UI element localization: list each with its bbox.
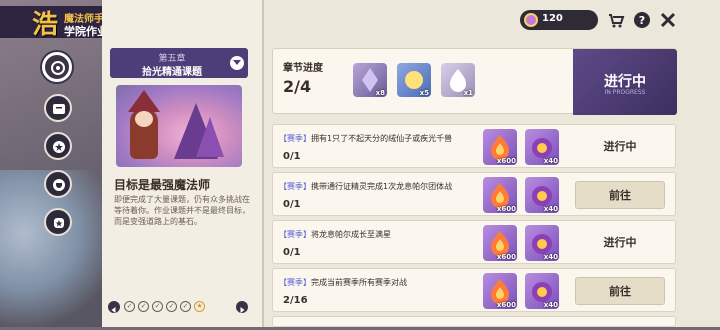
quest-progress: 0/1 [283,151,301,162]
reward-white-flame-icon[interactable]: x1 [441,63,475,97]
overview-icon [51,61,65,75]
quest-progress: 0/1 [283,199,301,210]
pager-next-button[interactable] [236,301,248,313]
quest-progress: 2/16 [283,295,308,306]
nav-scroll-button[interactable] [44,208,72,236]
quest-row: 【赛季】完成当前赛季所有赛季对战 2/16 x600 x40 前往 [272,268,676,312]
pager-dot[interactable]: ✓ [138,301,149,312]
logo-glyph: 浩 [32,10,59,40]
reward-count: x40 [543,157,558,165]
pager-dot[interactable]: ✓ [180,301,191,312]
quest-row: 【赛季】携带通行证精灵完成1次龙息帕尔团体战 0/1 x600 x40 前往 [272,172,676,216]
purple-gem-icon [524,13,538,27]
reward-coin-bag-icon[interactable]: x40 [525,129,559,165]
trophy-icon [53,179,65,191]
quest-progress: 0/1 [283,247,301,258]
reward-count: x600 [496,205,516,213]
chapter-illustration [116,85,242,167]
quest-tag: 【赛季】 [279,230,311,239]
pager-dot[interactable]: ✓ [152,301,163,312]
pager-dot[interactable]: ✓ [124,301,135,312]
currency-display[interactable]: 120 [520,10,598,30]
quest-tag: 【赛季】 [279,182,311,191]
quest-tag: 【赛季】 [279,278,311,287]
reward-count: x1 [463,89,473,97]
chapter-progress-label: 章节进度 [283,63,323,74]
chapter-status-sub: IN PROGRESS [604,89,646,96]
reward-count: x5 [419,89,429,97]
quest-tag: 【赛季】 [279,134,311,143]
nav-badge-button[interactable] [44,132,72,160]
quest-status-button[interactable]: 进行中 [575,133,665,161]
nav-trophy-button[interactable] [44,170,72,198]
chapter-status: 进行中 [604,74,646,90]
quest-status-button[interactable]: 进行中 [575,229,665,257]
goal-description: 即便完成了大量课题，仍有众多挑战在等待着你。作业课题并不是最终目标，而是变强道路… [114,195,250,226]
quest-row: 【赛季】将龙息帕尔成长至满星 0/1 x600 x40 进行中 [272,220,676,264]
reward-fire-icon[interactable]: x600 [483,177,517,213]
close-icon[interactable] [658,10,678,30]
chevron-down-icon[interactable] [230,56,244,70]
quest-row-partial [272,316,676,327]
quest-row: 【赛季】拥有1只了不起天分的绒仙子或疾光千兽 0/1 x600 x40 进行中 [272,124,676,168]
quest-text: 【赛季】将龙息帕尔成长至满星 [279,229,391,240]
star-badge-icon [53,141,65,153]
currency-value: 120 [542,13,563,24]
reward-fire-icon[interactable]: x600 [483,225,517,261]
nav-book-button[interactable] [44,94,72,122]
chapter-status-badge: 进行中 IN PROGRESS [573,49,677,115]
quest-description: 拥有1只了不起天分的绒仙子或疾光千兽 [311,134,453,143]
reward-count: x600 [496,253,516,261]
reward-count: x40 [543,253,558,261]
quest-text: 【赛季】携带通行证精灵完成1次龙息帕尔团体战 [279,181,452,192]
pager-dot-current[interactable]: ★ [194,301,205,312]
crystal-shape-small [196,117,224,157]
reward-fire-icon[interactable]: x600 [483,273,517,309]
scroll-icon [54,218,64,228]
quest-description: 将龙息帕尔成长至满星 [311,230,391,239]
shopping-cart-icon[interactable] [606,10,626,30]
quest-text: 【赛季】完成当前赛季所有赛季对战 [279,277,407,288]
quest-go-button[interactable]: 前往 [575,181,665,209]
chapter-panel: 第五章 拾光精通课题 目标是最强魔法师 即便完成了大量课题，仍有众多挑战在等待着… [102,0,262,327]
help-icon[interactable]: ? [632,10,652,30]
reward-blue-orb-icon[interactable]: x5 [397,63,431,97]
quest-text: 【赛季】拥有1只了不起天分的绒仙子或疾光千兽 [279,133,452,144]
chapter-banner[interactable]: 第五章 拾光精通课题 [110,48,248,78]
reward-coin-bag-icon[interactable]: x40 [525,225,559,261]
character-face [135,111,153,127]
pager-dot[interactable]: ✓ [166,301,177,312]
quest-description: 携带通行证精灵完成1次龙息帕尔团体战 [311,182,453,191]
reward-purple-crystal-icon[interactable]: x8 [353,63,387,97]
reward-fire-icon[interactable]: x600 [483,129,517,165]
reward-count: x600 [496,301,516,309]
chapter-progress-card: 章节进度 2/4 x8 x5 x1 进行中 IN PROGRESS [272,48,677,115]
reward-count: x40 [543,205,558,213]
svg-text:?: ? [639,14,645,27]
reward-coin-bag-icon[interactable]: x40 [525,177,559,213]
reward-count: x8 [375,89,385,97]
chapter-pager: ✓ ✓ ✓ ✓ ✓ ★ [108,300,258,316]
pager-prev-button[interactable] [108,301,120,313]
quest-go-button[interactable]: 前往 [575,277,665,305]
chevron-right-icon [240,307,245,313]
reward-coin-bag-icon[interactable]: x40 [525,273,559,309]
chevron-left-icon [111,307,116,313]
reward-count: x600 [496,157,516,165]
chapter-name: 拾光精通课题 [142,67,202,78]
nav-overview-button[interactable] [42,52,72,82]
quest-description: 完成当前赛季所有赛季对战 [311,278,407,287]
goal-title: 目标是最强魔法师 [114,178,211,192]
book-icon [53,104,65,114]
chapter-progress-value: 2/4 [283,77,312,96]
character-hat [128,90,160,112]
reward-count: x40 [543,301,558,309]
